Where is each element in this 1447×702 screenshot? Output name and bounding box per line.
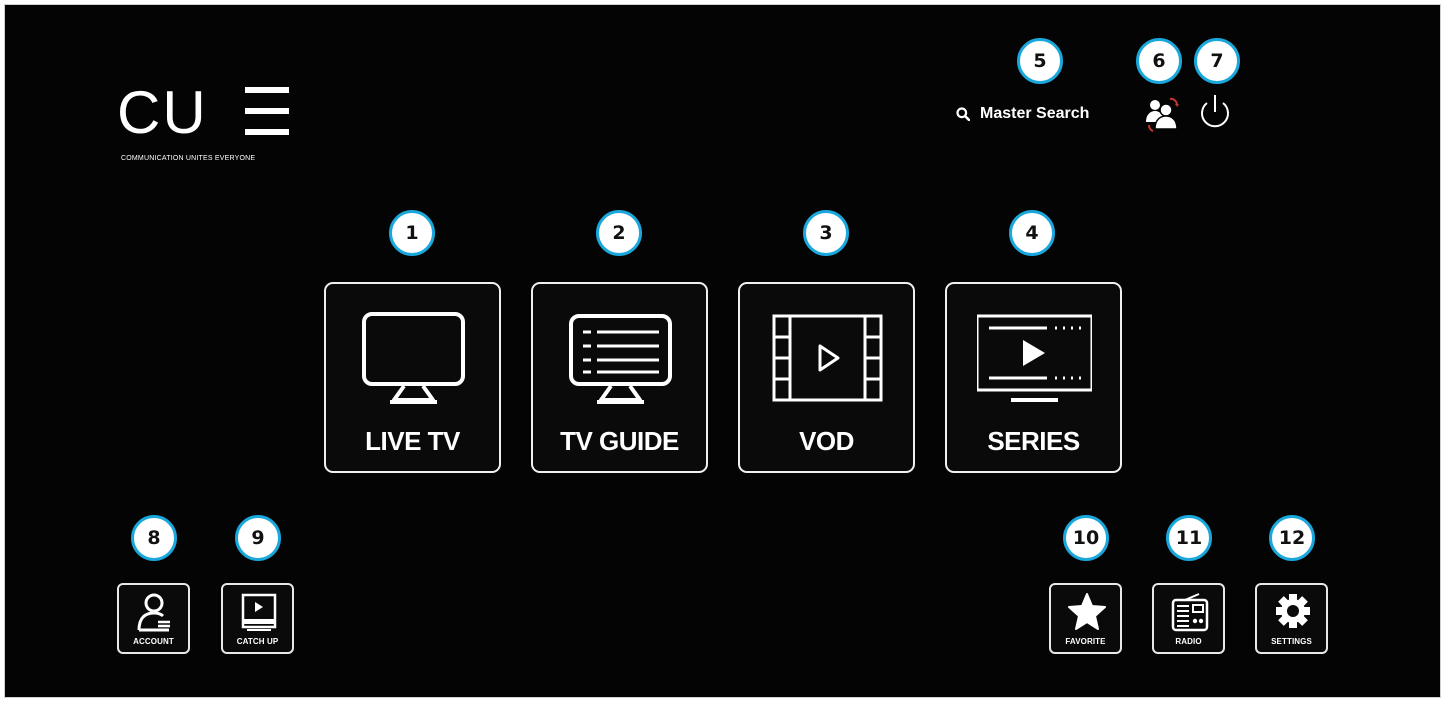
tile-vod[interactable]: VOD [738,282,915,473]
tile-radio[interactable]: RADIO [1152,583,1225,654]
tile-settings[interactable]: SETTINGS [1255,583,1328,654]
search-icon [956,107,970,121]
master-search-button[interactable]: Master Search [956,102,1089,126]
tile-series[interactable]: SERIES [945,282,1122,473]
tile-label-series: SERIES [987,426,1080,456]
master-search-label: Master Search [980,105,1090,122]
tile-label-vod: VOD [799,426,854,456]
badge-7: 7 [1194,38,1240,84]
badge-10: 10 [1063,515,1109,561]
badge-12: 12 [1269,515,1315,561]
power-icon [1201,95,1229,128]
tile-label-catch-up: CATCH UP [236,637,279,646]
badge-8: 8 [131,515,177,561]
badge-6: 6 [1136,38,1182,84]
tile-account[interactable]: ACCOUNT [117,583,190,654]
badge-3: 3 [803,210,849,256]
tile-label-favorite: FAVORITE [1065,637,1106,646]
cue-logo: CU COMMUNICATION UNITES EVERYONE [117,83,307,183]
logo-tagline: COMMUNICATION UNITES EVERYONE [121,155,256,162]
radio-icon [1171,593,1209,632]
account-icon [137,593,170,632]
badge-11: 11 [1166,515,1212,561]
tile-label-settings: SETTINGS [1271,637,1312,646]
tile-label-account: ACCOUNT [133,637,174,646]
tv-guide-icon [569,314,672,404]
logo-brand: CU [117,79,208,146]
film-play-icon [772,314,883,402]
badge-4: 4 [1009,210,1055,256]
tile-label-live-tv: LIVE TV [365,426,460,456]
tv-icon [362,312,465,404]
tile-live-tv[interactable]: LIVE TV [324,282,501,473]
series-play-icon [977,314,1092,402]
star-icon [1068,593,1106,630]
catch-up-icon [241,593,277,631]
power-button[interactable] [1197,93,1233,133]
gear-icon [1276,594,1310,628]
switch-profile-icon [1146,97,1179,132]
badge-5: 5 [1017,38,1063,84]
app-screen: CU COMMUNICATION UNITES EVERYONE 5 6 7 M… [4,4,1441,698]
switch-profile-button[interactable] [1143,95,1181,133]
badge-9: 9 [235,515,281,561]
tile-catch-up[interactable]: CATCH UP [221,583,294,654]
tile-tv-guide[interactable]: TV GUIDE [531,282,708,473]
tile-label-tv-guide: TV GUIDE [560,426,679,456]
tile-favorite[interactable]: FAVORITE [1049,583,1122,654]
logo-bars [245,87,289,137]
badge-2: 2 [596,210,642,256]
tile-label-radio: RADIO [1175,637,1202,646]
badge-1: 1 [389,210,435,256]
